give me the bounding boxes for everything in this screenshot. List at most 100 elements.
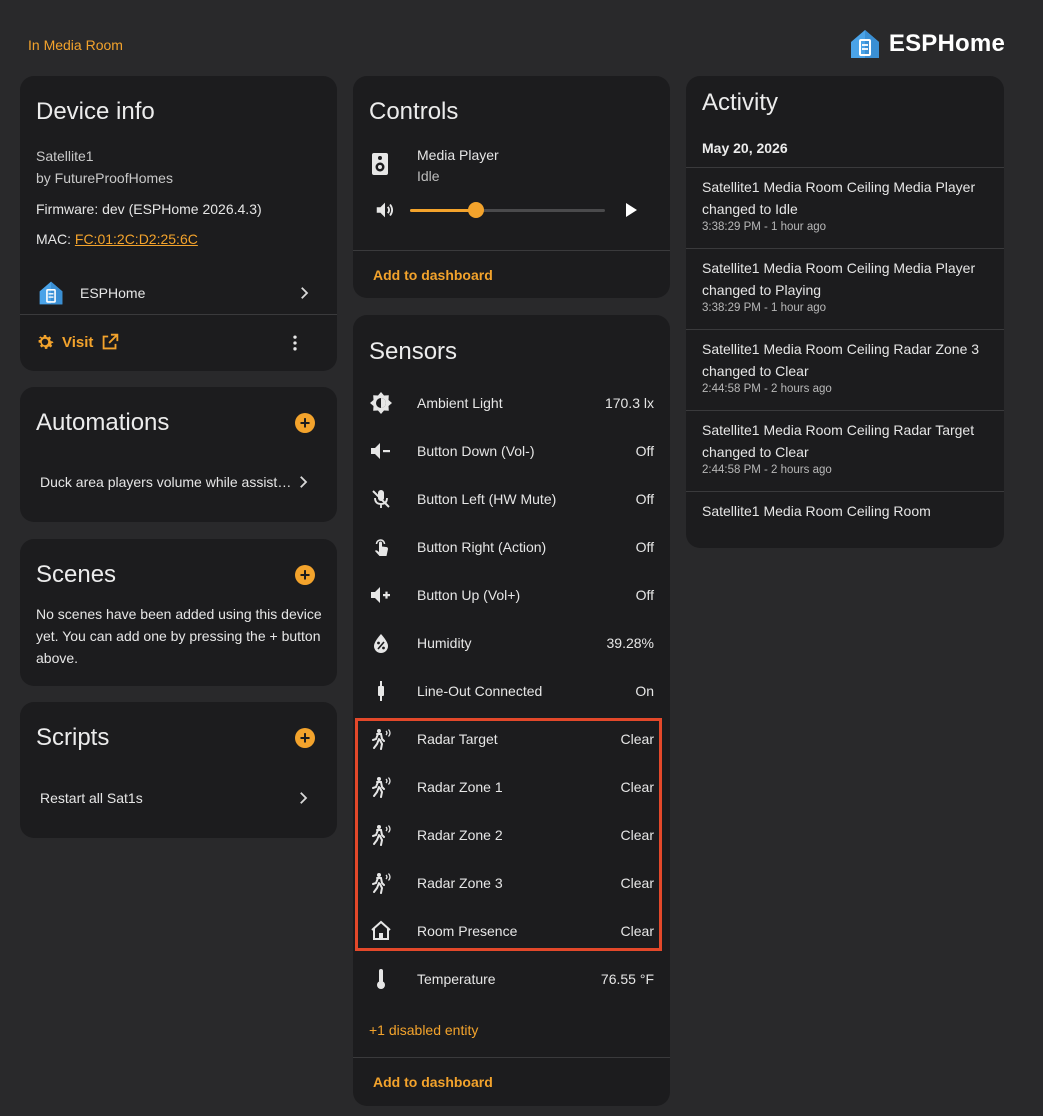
script-item[interactable]: Restart all Sat1s [20, 781, 337, 815]
divider [686, 248, 1004, 249]
more-vert-icon[interactable] [285, 333, 305, 353]
visit-button[interactable]: Visit [34, 331, 121, 353]
volume-icon[interactable] [374, 199, 396, 221]
activity-entry[interactable]: Satellite1 Media Room Ceiling Radar Targ… [686, 419, 1004, 476]
sensor-row-radar-zone-1[interactable]: Radar Zone 1 Clear [353, 763, 670, 811]
thermometer-icon [369, 967, 393, 991]
sensor-row-radar-zone-3[interactable]: Radar Zone 3 Clear [353, 859, 670, 907]
scripts-card: Scripts + Restart all Sat1s [20, 702, 337, 838]
device-model: Satellite1 [36, 148, 94, 164]
integration-label: ESPHome [80, 285, 146, 301]
water-percent-icon [369, 631, 393, 655]
sensors-add-to-dashboard-button[interactable]: Add to dashboard [373, 1074, 493, 1090]
sensor-value: Off [635, 491, 654, 507]
home-icon [369, 919, 393, 943]
sensor-value: Clear [620, 875, 654, 891]
sensor-row-button-down[interactable]: Button Down (Vol-) Off [353, 427, 670, 475]
sensor-row-button-right[interactable]: Button Right (Action) Off [353, 523, 670, 571]
motion-sensor-icon [369, 823, 393, 847]
audio-jack-icon [369, 679, 393, 703]
area-link[interactable]: In Media Room [28, 37, 123, 53]
sensor-name: Button Right (Action) [417, 539, 547, 555]
volume-slider-handle[interactable] [468, 202, 485, 218]
automation-item[interactable]: Duck area players volume while assist is… [20, 465, 337, 499]
open-in-new-icon [103, 333, 119, 350]
device-firmware: Firmware: dev (ESPHome 2026.4.3) [36, 201, 262, 217]
sensor-row-radar-zone-2[interactable]: Radar Zone 2 Clear [353, 811, 670, 859]
activity-entry[interactable]: Satellite1 Media Room Ceiling Radar Zone… [686, 338, 1004, 395]
controls-add-to-dashboard-button[interactable]: Add to dashboard [373, 267, 493, 283]
media-player-name[interactable]: Media Player [417, 147, 499, 163]
esphome-brand: ESPHome [849, 28, 1005, 60]
activity-entry[interactable]: Satellite1 Media Room Ceiling Media Play… [686, 257, 1004, 314]
activity-message: Satellite1 Media Room Ceiling Radar Zone… [702, 341, 980, 379]
scenes-empty-text: No scenes have been added using this dev… [36, 606, 322, 666]
device-info-card: Device info Satellite1 by FutureProofHom… [20, 76, 337, 371]
sensor-row-button-left[interactable]: Button Left (HW Mute) Off [353, 475, 670, 523]
sensor-name: Temperature [417, 971, 496, 987]
controls-card: Controls Media Player Idle Add to dashbo… [353, 76, 670, 298]
divider [686, 329, 1004, 330]
sensor-name: Radar Target [417, 731, 498, 747]
chevron-right-icon [300, 792, 308, 804]
activity-date: May 20, 2026 [702, 140, 788, 156]
sensor-value: 39.28% [606, 635, 654, 651]
add-script-button[interactable]: + [295, 728, 315, 748]
sensor-name: Radar Zone 3 [417, 875, 503, 891]
volume-minus-icon [369, 439, 393, 463]
esphome-logo-icon [850, 30, 879, 58]
sensor-value: Off [635, 539, 654, 555]
sensor-value: Clear [620, 731, 654, 747]
scenes-title: Scenes [36, 561, 117, 588]
activity-time: 3:38:29 PM - 1 hour ago [702, 302, 827, 314]
add-automation-button[interactable]: + [295, 413, 315, 433]
activity-message: Satellite1 Media Room Ceiling Room [702, 503, 931, 519]
sensor-row-ambient-light[interactable]: Ambient Light 170.3 lx [353, 379, 670, 427]
play-icon[interactable] [623, 201, 639, 219]
brand-name: ESPHome [888, 30, 1005, 57]
volume-plus-icon [369, 583, 393, 607]
activity-entry[interactable]: Satellite1 Media Room Ceiling Room [686, 500, 1004, 534]
sensor-name: Ambient Light [417, 395, 503, 411]
sensor-row-line-out[interactable]: Line-Out Connected On [353, 667, 670, 715]
integration-row-esphome[interactable]: ESPHome [20, 271, 337, 315]
mac-link[interactable]: FC:01:2C:D2:25:6C [75, 231, 198, 247]
sensor-name: Humidity [417, 635, 472, 651]
sensor-row-radar-target[interactable]: Radar Target Clear [353, 715, 670, 763]
sensor-row-humidity[interactable]: Humidity 39.28% [353, 619, 670, 667]
motion-sensor-icon [369, 727, 393, 751]
media-player-state: Idle [417, 168, 440, 184]
sensor-value: Off [635, 443, 654, 459]
sensor-name: Button Up (Vol+) [417, 587, 521, 603]
divider [353, 250, 670, 251]
activity-time: 2:44:58 PM - 2 hours ago [702, 464, 832, 476]
divider [20, 314, 337, 315]
gesture-tap-icon [369, 535, 393, 559]
sensor-row-room-presence[interactable]: Room Presence Clear [353, 907, 670, 955]
disabled-entities-link[interactable]: +1 disabled entity [369, 1022, 478, 1038]
activity-message: Satellite1 Media Room Ceiling Radar Targ… [702, 422, 975, 460]
sensor-row-button-up[interactable]: Button Up (Vol+) Off [353, 571, 670, 619]
activity-card: Activity May 20, 2026 Satellite1 Media R… [686, 76, 1004, 548]
sensors-title: Sensors [369, 338, 458, 365]
divider [686, 491, 1004, 492]
sensor-value: On [635, 683, 654, 699]
sensor-name: Room Presence [417, 923, 518, 939]
mac-label: MAC: [36, 231, 75, 247]
activity-message: Satellite1 Media Room Ceiling Media Play… [702, 260, 976, 298]
mic-off-icon [369, 487, 393, 511]
sensor-value: Clear [620, 923, 654, 939]
device-info-title: Device info [36, 98, 155, 125]
volume-slider-fill [410, 209, 477, 212]
brightness-icon [369, 391, 393, 415]
scenes-card: Scenes + No scenes have been added using… [20, 539, 337, 686]
divider [686, 167, 1004, 168]
scripts-title: Scripts [36, 724, 110, 751]
script-item-label: Restart all Sat1s [40, 790, 143, 806]
sensor-row-temperature[interactable]: Temperature 76.55 °F [353, 955, 670, 1003]
device-mac: MAC: FC:01:2C:D2:25:6C [36, 231, 198, 247]
activity-entry[interactable]: Satellite1 Media Room Ceiling Media Play… [686, 176, 1004, 233]
volume-slider[interactable] [410, 202, 605, 218]
add-scene-button[interactable]: + [295, 565, 315, 585]
activity-title: Activity [702, 89, 779, 116]
